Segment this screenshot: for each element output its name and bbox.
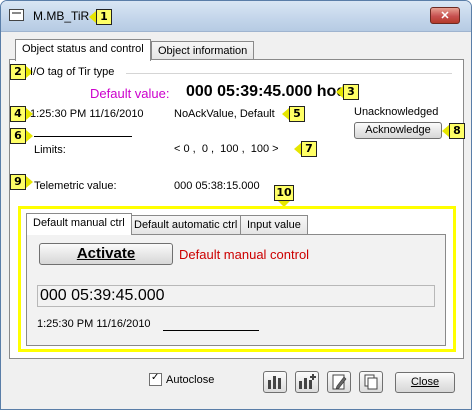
telemetric-value: 000 05:38:15.000 bbox=[174, 180, 260, 192]
tab-default-manual-ctrl[interactable]: Default manual ctrl bbox=[26, 213, 132, 235]
activate-button[interactable]: Activate bbox=[39, 243, 173, 265]
title-bar[interactable]: M.MB_TiR ✕ bbox=[1, 1, 471, 32]
marker-6: 6 bbox=[10, 128, 26, 144]
marker-arrow-1 bbox=[89, 11, 96, 23]
close-icon[interactable]: ✕ bbox=[430, 7, 460, 24]
value-timestamp: 1:25:30 PM 11/16/2010 bbox=[30, 108, 144, 120]
limits-value: < 0 , 0 , 100 , 100 > bbox=[174, 143, 279, 155]
io-tag-divider bbox=[126, 73, 452, 74]
tab-input-value[interactable]: Input value bbox=[240, 215, 308, 235]
copy-button[interactable] bbox=[359, 371, 383, 393]
ack-state: Unacknowledged bbox=[354, 106, 439, 118]
control-value: 000 05:39:45.000 bbox=[40, 287, 165, 304]
chart-button[interactable] bbox=[263, 371, 287, 393]
window-title: M.MB_TiR bbox=[33, 9, 90, 23]
copy-icon bbox=[364, 374, 378, 390]
control-mode-text: Default manual control bbox=[179, 247, 310, 262]
edit-button[interactable] bbox=[327, 371, 351, 393]
acknowledge-button[interactable]: Acknowledge bbox=[354, 122, 442, 139]
marker-arrow-9 bbox=[26, 176, 33, 188]
tab-object-information[interactable]: Object information bbox=[151, 41, 255, 61]
marker-arrow-5 bbox=[282, 108, 289, 120]
checkmark-icon: ✓ bbox=[151, 372, 160, 383]
marker-arrow-3 bbox=[336, 86, 343, 98]
marker-2: 2 bbox=[10, 64, 26, 80]
autoclose-checkbox[interactable]: ✓ bbox=[149, 372, 162, 386]
control-timestamp: 1:25:30 PM 11/16/2010 bbox=[37, 318, 151, 330]
value-flags: NoAckValue, Default bbox=[174, 108, 275, 120]
close-button[interactable]: Close bbox=[395, 372, 455, 393]
marker-3: 3 bbox=[343, 84, 359, 100]
marker-arrow-7 bbox=[294, 143, 301, 155]
control-empty-line bbox=[163, 330, 259, 331]
edit-icon bbox=[332, 374, 347, 390]
status-panel: 2 I/O tag of Tir type Default value: 000… bbox=[9, 59, 465, 359]
default-value: 000 05:39:45.000 hod. bbox=[186, 83, 351, 100]
autoclose-label: Autoclose bbox=[166, 374, 215, 386]
io-tag-label: I/O tag of Tir type bbox=[30, 66, 115, 78]
empty-value-line bbox=[34, 136, 132, 137]
control-panel: Activate Default manual control 000 05:3… bbox=[26, 234, 446, 346]
dialog-window: M.MB_TiR ✕ 1 Object status and control O… bbox=[0, 0, 472, 410]
marker-9: 9 bbox=[10, 174, 26, 190]
marker-4: 4 bbox=[10, 106, 26, 122]
add-chart-button[interactable] bbox=[295, 371, 319, 393]
control-value-field: 000 05:39:45.000 bbox=[37, 285, 435, 307]
limits-label: Limits: bbox=[34, 144, 66, 156]
marker-1: 1 bbox=[96, 9, 112, 25]
marker-arrow-8 bbox=[442, 125, 449, 137]
chart-icon bbox=[268, 376, 281, 389]
marker-7: 7 bbox=[301, 141, 317, 157]
tab-object-status[interactable]: Object status and control bbox=[15, 39, 151, 61]
marker-arrow-6 bbox=[26, 130, 33, 142]
window-icon bbox=[9, 9, 24, 21]
marker-5: 5 bbox=[289, 106, 305, 122]
marker-8: 8 bbox=[449, 123, 465, 139]
marker-10: 10 bbox=[274, 185, 294, 201]
telemetric-label: Telemetric value: bbox=[34, 180, 117, 192]
add-chart-icon bbox=[299, 374, 316, 389]
default-value-label: Default value: bbox=[90, 86, 170, 101]
tab-default-automatic-ctrl[interactable]: Default automatic ctrl bbox=[127, 215, 245, 235]
